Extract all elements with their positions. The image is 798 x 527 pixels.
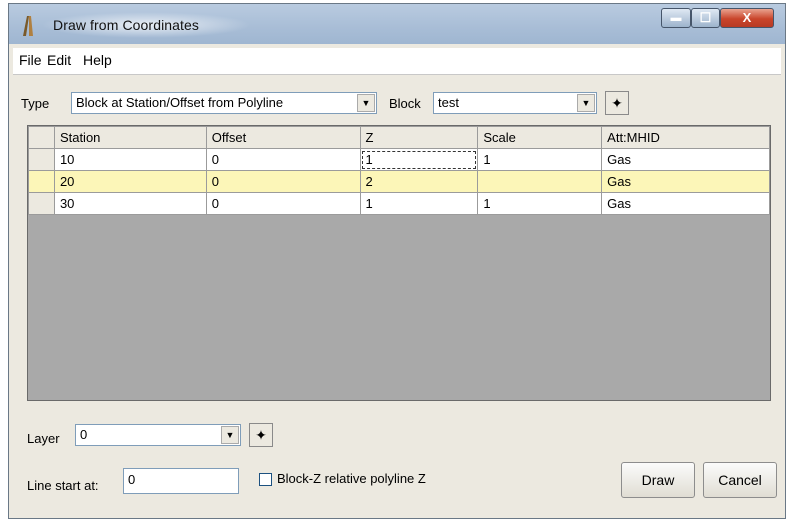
column-header-station[interactable]: Station bbox=[53, 126, 207, 149]
cell-z[interactable]: 2 bbox=[359, 170, 479, 193]
type-label: Type bbox=[21, 96, 50, 111]
crosshair-pick-icon: ✦ bbox=[255, 427, 267, 443]
cell-scale[interactable]: 1 bbox=[477, 192, 603, 215]
cell-att-mhid[interactable]: Gas bbox=[601, 148, 770, 171]
line-start-value: 0 bbox=[128, 472, 136, 487]
draw-from-coordinates-window: Draw from Coordinates ▬ ☐ X File Edit He… bbox=[8, 3, 786, 519]
line-start-label: Line start at: bbox=[27, 478, 99, 493]
menu-bar: File Edit Help bbox=[13, 48, 781, 75]
dropdown-arrow-icon[interactable]: ▼ bbox=[577, 94, 595, 112]
column-header-scale[interactable]: Scale bbox=[477, 126, 603, 149]
coordinates-table: Station Offset Z Scale Att:MHID 10 0 1 1… bbox=[28, 126, 770, 215]
block-select[interactable]: test ▼ bbox=[433, 92, 597, 114]
block-z-relative-checkbox[interactable] bbox=[259, 473, 272, 486]
cell-z[interactable]: 1 bbox=[359, 192, 479, 215]
menu-edit[interactable]: Edit bbox=[47, 52, 71, 68]
layer-select[interactable]: 0 ▼ bbox=[75, 424, 241, 446]
type-select[interactable]: Block at Station/Offset from Polyline ▼ bbox=[71, 92, 377, 114]
row-header-corner bbox=[28, 126, 55, 149]
cell-offset[interactable]: 0 bbox=[205, 170, 361, 193]
cell-att-mhid[interactable]: Gas bbox=[601, 170, 770, 193]
dropdown-arrow-icon[interactable]: ▼ bbox=[357, 94, 375, 112]
layer-label: Layer bbox=[27, 431, 60, 446]
close-button[interactable]: X bbox=[720, 8, 774, 28]
cell-scale[interactable]: 1 bbox=[477, 148, 603, 171]
cell-station[interactable]: 20 bbox=[53, 170, 207, 193]
cell-station[interactable]: 30 bbox=[53, 192, 207, 215]
dropdown-arrow-icon[interactable]: ▼ bbox=[221, 426, 239, 444]
column-header-offset[interactable]: Offset bbox=[205, 126, 361, 149]
row-header[interactable] bbox=[28, 148, 55, 171]
close-icon: X bbox=[742, 10, 752, 25]
cell-offset[interactable]: 0 bbox=[205, 148, 361, 171]
table-row[interactable]: 30 0 1 1 Gas bbox=[28, 192, 770, 215]
layer-pick-button[interactable]: ✦ bbox=[249, 423, 273, 447]
row-header[interactable] bbox=[28, 170, 55, 193]
row-header[interactable] bbox=[28, 192, 55, 215]
draw-button[interactable]: Draw bbox=[621, 462, 695, 498]
maximize-icon: ☐ bbox=[699, 10, 712, 25]
cell-z[interactable]: 1 bbox=[359, 148, 479, 171]
block-label: Block bbox=[389, 96, 421, 111]
minimize-icon: ▬ bbox=[670, 12, 682, 24]
window-title: Draw from Coordinates bbox=[53, 17, 200, 33]
cell-scale[interactable] bbox=[477, 170, 603, 193]
title-bar[interactable]: Draw from Coordinates ▬ ☐ X bbox=[9, 4, 785, 44]
cell-station[interactable]: 10 bbox=[53, 148, 207, 171]
cancel-button[interactable]: Cancel bbox=[703, 462, 777, 498]
column-header-att-mhid[interactable]: Att:MHID bbox=[601, 126, 770, 149]
minimize-button[interactable]: ▬ bbox=[661, 8, 691, 28]
survey-app-icon bbox=[23, 16, 33, 36]
type-value: Block at Station/Offset from Polyline bbox=[76, 95, 284, 110]
block-z-relative-label: Block-Z relative polyline Z bbox=[277, 471, 426, 486]
table-row[interactable]: 10 0 1 1 Gas bbox=[28, 148, 770, 171]
line-start-input[interactable]: 0 bbox=[123, 468, 239, 494]
menu-file[interactable]: File bbox=[19, 52, 42, 68]
table-header-row: Station Offset Z Scale Att:MHID bbox=[28, 126, 770, 149]
block-value: test bbox=[438, 95, 459, 110]
layer-value: 0 bbox=[80, 427, 88, 442]
column-header-z[interactable]: Z bbox=[359, 126, 479, 149]
block-pick-button[interactable]: ✦ bbox=[605, 91, 629, 115]
cell-att-mhid[interactable]: Gas bbox=[601, 192, 770, 215]
maximize-button[interactable]: ☐ bbox=[691, 8, 720, 28]
coordinates-grid[interactable]: Station Offset Z Scale Att:MHID 10 0 1 1… bbox=[27, 125, 771, 401]
menu-help[interactable]: Help bbox=[83, 52, 112, 68]
crosshair-pick-icon: ✦ bbox=[611, 95, 623, 111]
cell-offset[interactable]: 0 bbox=[205, 192, 361, 215]
table-row[interactable]: 20 0 2 Gas bbox=[28, 170, 770, 193]
